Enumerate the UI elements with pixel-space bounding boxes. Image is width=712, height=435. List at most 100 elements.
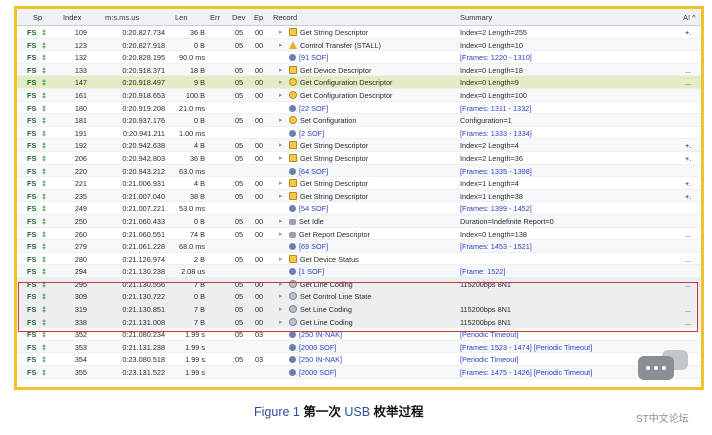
expand-arrow-icon[interactable]: ▸ xyxy=(279,217,283,225)
table-row[interactable]: FS 354 0:23.080.518 1.99 s 05 03 [Periodic Tim… xyxy=(17,353,701,367)
col-extra[interactable]: A! ^ xyxy=(683,13,696,22)
table-row[interactable]: FS 192 0:20.942.638 4 B 05 00 Index=2 Length=4… xyxy=(17,139,701,152)
sof-icon xyxy=(289,205,296,213)
expand-arrow-icon[interactable]: ▸ xyxy=(279,41,283,49)
table-row[interactable]: FS 353 0:21.131.238 1.99 s [Frames: 1523 - 1… xyxy=(17,340,701,354)
table-row[interactable]: FS 206 0:20.942.803 36 B 05 00 Index=2 Length=… xyxy=(17,152,701,165)
cell-dev: 05 xyxy=(235,254,244,264)
expand-arrow-icon[interactable]: ▸ xyxy=(279,91,283,99)
expand-arrow-icon[interactable]: ▸ xyxy=(279,154,283,162)
table-row[interactable]: FS 132 0:20.828.195 90.0 ms [Frames: 1220 - … xyxy=(17,51,701,64)
sof-icon xyxy=(289,243,296,251)
col-record[interactable]: Record xyxy=(273,13,297,22)
cell-extra: ... xyxy=(685,254,692,264)
cell-index: 354 xyxy=(74,355,87,365)
expand-arrow-icon[interactable]: ▸ xyxy=(279,230,283,238)
expand-arrow-icon[interactable]: ▸ xyxy=(279,179,283,187)
cell-ep: 00 xyxy=(255,90,264,100)
highlight-box xyxy=(18,282,698,332)
table-row[interactable]: FS 279 0:21.061.228 68.0 ms [Frames: 1453 - … xyxy=(17,240,701,253)
table-row[interactable]: FS 161 0:20.918.653 100 B 05 00 Index=0 Length… xyxy=(17,88,701,102)
table-row[interactable]: FS 181 0:20.937.176 0 B 05 00 Configuration=1 ‡… xyxy=(17,114,701,127)
speed-marker-icon: ‡ xyxy=(42,179,47,189)
table-row[interactable]: FS 180 0:20.919.208 21.0 ms [Frames: 1311 - … xyxy=(17,102,701,115)
cell-ep: 00 xyxy=(255,78,264,88)
caption-prefix: Figure 1 xyxy=(254,405,300,419)
cell-len: 38 B xyxy=(189,191,205,201)
record-label: [1 SOF] xyxy=(299,267,325,277)
table-row[interactable]: FS 294 0:21.130.238 2.08 us [Frame: 1522] ‡ [1… xyxy=(17,265,701,278)
config-icon xyxy=(289,116,297,125)
cell-extra: +. xyxy=(685,141,692,151)
table-row[interactable]: FS 221 0:21.006.931 4 B 05 00 Index=1 Length=4… xyxy=(17,177,701,190)
table-header: Sp Index m:s.ms.us Len Err Dev Ep Record… xyxy=(17,9,701,26)
table-row[interactable]: FS 220 0:20.943.212 63.0 ms [Frames: 1335 - … xyxy=(17,164,701,178)
caption-title: 第一次 xyxy=(303,405,341,419)
expand-arrow-icon[interactable]: ▸ xyxy=(279,28,283,36)
cell-len: 0 B xyxy=(194,116,205,126)
speed-marker-icon: ‡ xyxy=(42,128,47,138)
table-row[interactable]: FS 260 0:21.060.551 74 B 05 00 Index=0 Length=… xyxy=(17,228,701,241)
cell-ep: 00 xyxy=(255,229,264,239)
cell-record: Get String Descriptor xyxy=(289,28,368,37)
col-ep[interactable]: Ep xyxy=(254,13,263,22)
speed-marker-icon: ‡ xyxy=(42,166,47,176)
expand-arrow-icon[interactable]: ▸ xyxy=(279,255,283,263)
col-time[interactable]: m:s.ms.us xyxy=(105,13,139,22)
hid-icon xyxy=(289,218,296,225)
col-len[interactable]: Len xyxy=(175,13,188,22)
col-index[interactable]: Index xyxy=(63,13,81,22)
cell-dev: 05 xyxy=(235,78,244,88)
speed-marker-icon: ‡ xyxy=(42,53,47,63)
cell-time: 0:20.937.176 xyxy=(122,116,165,126)
col-summary[interactable]: Summary xyxy=(460,13,492,22)
record-label: [22 SOF] xyxy=(299,103,329,113)
config-icon xyxy=(289,78,297,87)
speed-marker-icon: ‡ xyxy=(42,229,47,239)
speed-marker-icon: ‡ xyxy=(42,40,47,50)
record-label: Set Idle xyxy=(299,216,324,226)
cell-time: 0:23.131.522 xyxy=(122,368,165,378)
cell-time: 0:20.828.195 xyxy=(122,53,165,63)
cell-len: 1.99 s xyxy=(185,368,205,378)
table-row[interactable]: FS 133 0:20.918.371 18 B 05 00 Index=0 Length=… xyxy=(17,63,701,77)
sof-icon xyxy=(289,331,296,339)
speed-marker-icon: ‡ xyxy=(42,342,47,352)
cell-dev: 05 xyxy=(235,116,244,126)
expand-arrow-icon[interactable]: ▸ xyxy=(279,116,283,124)
forum-logo-icon xyxy=(632,350,694,400)
table-row[interactable]: FS 147 0:20.918.497 9 B 05 00 Index=0 Length=9… xyxy=(17,76,701,89)
col-sp[interactable]: Sp xyxy=(33,13,42,22)
table-row[interactable]: FS 249 0:21.007.221 53.0 ms [Frames: 1399 - … xyxy=(17,202,701,215)
cell-dev: 05 xyxy=(235,179,244,189)
col-dev[interactable]: Dev xyxy=(232,13,245,22)
table-row[interactable]: FS 123 0:20.827.918 0 B 05 00 Index=0 Length=1… xyxy=(17,38,701,52)
cell-dev: 05 xyxy=(235,141,244,151)
record-label: Set Configuration xyxy=(300,116,357,126)
record-label: [2000 SOF] xyxy=(299,342,337,352)
record-label: [91 SOF] xyxy=(299,53,329,63)
sof-icon xyxy=(289,268,296,276)
cell-time: 0:20.941.211 xyxy=(122,128,165,138)
cell-dev: 05 xyxy=(235,65,244,75)
cell-len: 68.0 ms xyxy=(179,242,205,252)
table-row[interactable]: FS 109 0:20.827.734 36 B 05 00 Index=2 Length=… xyxy=(17,26,701,39)
expand-arrow-icon[interactable]: ▸ xyxy=(279,78,283,86)
table-row[interactable]: FS 235 0:21.007.040 38 B 05 00 Index=1 Length=… xyxy=(17,189,701,203)
col-err[interactable]: Err xyxy=(210,13,220,22)
cell-record: Get Device Status xyxy=(289,254,359,264)
speed-marker-icon: ‡ xyxy=(42,90,47,100)
watermark-text: ST中文论坛 xyxy=(636,414,689,425)
cell-record: [69 SOF] xyxy=(289,242,328,251)
speed-marker-icon: ‡ xyxy=(42,267,47,277)
expand-arrow-icon[interactable]: ▸ xyxy=(279,141,283,149)
expand-arrow-icon[interactable]: ▸ xyxy=(279,66,283,74)
table-row[interactable]: FS 250 0:21.060.433 0 B 05 00 Duration=Indefin… xyxy=(17,214,701,228)
cell-summary: [Frames: 1333 - 1334] xyxy=(460,128,532,138)
expand-arrow-icon[interactable]: ▸ xyxy=(279,192,283,200)
record-label: Get String Descriptor xyxy=(300,191,369,201)
table-row[interactable]: FS 191 0:20.941.211 1.00 ms [Frames: 1333 - … xyxy=(17,127,701,140)
table-row[interactable]: FS 280 0:21.126.974 2 B 05 00... ‡ ▸ Get Device … xyxy=(17,253,701,266)
table-row[interactable]: FS 355 0:23.131.522 1.99 s [Frames: 1475 - 1… xyxy=(17,366,701,379)
record-label: Get Device Status xyxy=(300,254,359,264)
